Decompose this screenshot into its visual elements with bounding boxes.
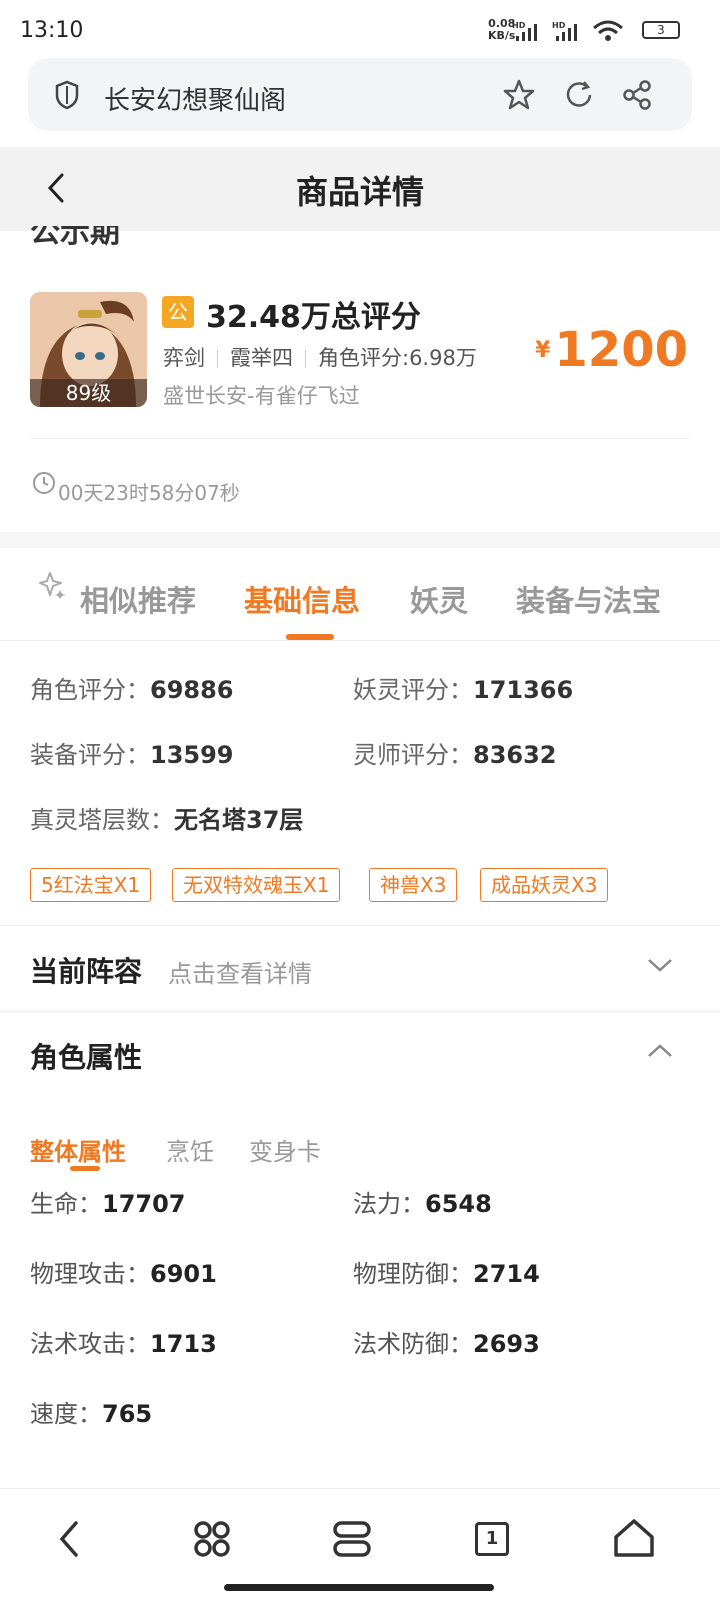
attr-phys-def: 物理防御：2714: [353, 1260, 540, 1288]
lineup-hint: 点击查看详情: [168, 960, 312, 988]
subtab-transform-card[interactable]: 变身卡: [249, 1132, 321, 1167]
tab-equipment[interactable]: 装备与法宝: [516, 578, 661, 620]
attr-phys-atk: 物理攻击：6901: [30, 1260, 217, 1288]
publicity-badge: 公: [162, 296, 194, 328]
server-tier: 霞举四: [230, 346, 293, 370]
countdown: 00天23时58分07秒: [58, 481, 240, 505]
tag-item: 成品妖灵X3: [480, 868, 609, 902]
master-score-row: 灵师评分：83632: [353, 741, 557, 769]
apps-icon[interactable]: [182, 1509, 242, 1569]
tag-item: 无双特效魂玉X1: [172, 868, 341, 902]
svg-text:HD: HD: [552, 21, 566, 30]
divider: [30, 438, 690, 439]
attr-magic-atk: 法术攻击：1713: [30, 1330, 217, 1358]
page-header: 商品详情: [0, 147, 720, 231]
character-meta: 弈剑 霞举四 角色评分:6.98万: [163, 342, 477, 372]
price-currency: ¥: [535, 337, 551, 363]
menu-icon[interactable]: [322, 1509, 382, 1569]
character-class: 弈剑: [163, 346, 205, 370]
server-owner: 盛世长安-有雀仔飞过: [163, 384, 360, 408]
lineup-row[interactable]: 当前阵容 点击查看详情: [0, 926, 720, 1010]
shield-icon[interactable]: [54, 80, 80, 110]
svg-text:HD: HD: [512, 21, 526, 30]
tag-item: 神兽X3: [369, 868, 458, 902]
equip-score-row: 装备评分：13599: [30, 741, 234, 769]
subtab-cooking[interactable]: 烹饪: [166, 1132, 214, 1167]
attributes-title: 角色属性: [30, 1041, 143, 1074]
avatar[interactable]: 89级: [30, 292, 147, 407]
divider: [0, 1010, 720, 1013]
lineup-title: 当前阵容: [30, 955, 143, 988]
tab-count: 1: [475, 1522, 509, 1556]
price-value: 1200: [554, 322, 688, 378]
page-title: 商品详情: [295, 173, 424, 211]
tabs-button[interactable]: 1: [462, 1509, 522, 1569]
attr-speed: 速度：765: [30, 1400, 153, 1428]
subtab-overall[interactable]: 整体属性: [30, 1132, 126, 1167]
active-subtab-indicator: [70, 1166, 100, 1171]
tab-bar: 相似推荐 基础信息 妖灵 装备与法宝: [0, 548, 720, 641]
url-bar[interactable]: 长安幻想聚仙阁: [28, 58, 692, 131]
gesture-bar: [224, 1584, 494, 1591]
home-icon[interactable]: [604, 1509, 664, 1569]
total-score: 32.48万总评分: [206, 300, 421, 335]
clock-icon: [33, 472, 55, 494]
level-badge: 89级: [30, 379, 147, 407]
nav-back-icon[interactable]: [40, 1509, 100, 1569]
price: ¥1200: [535, 322, 688, 378]
signal-1-icon: HD: [512, 21, 537, 41]
sparkle-icon: [39, 572, 66, 599]
tab-similar[interactable]: 相似推荐: [80, 578, 196, 620]
attr-hp: 生命：17707: [30, 1190, 186, 1218]
status-bar: 13:10 0.08 KB/s HD HD 3: [0, 0, 720, 60]
active-tab-indicator: [286, 634, 334, 640]
attr-mp: 法力：6548: [353, 1190, 492, 1218]
spirit-score-row: 妖灵评分：171366: [353, 676, 574, 704]
product-name: 公示期: [30, 226, 120, 250]
tab-spirit[interactable]: 妖灵: [410, 578, 468, 620]
refresh-icon[interactable]: [562, 78, 596, 112]
attr-magic-def: 法术防御：2693: [353, 1330, 540, 1358]
share-icon[interactable]: [620, 78, 654, 112]
status-time: 13:10: [20, 18, 84, 43]
battery-indicator: 3: [642, 21, 680, 39]
chevron-down-icon[interactable]: [646, 956, 674, 974]
url-text[interactable]: 长安幻想聚仙阁: [104, 80, 286, 117]
signal-2-icon: HD: [552, 21, 577, 41]
chevron-up-icon[interactable]: [646, 1042, 674, 1060]
role-score-summary: 角色评分:6.98万: [318, 346, 477, 370]
role-score-row: 角色评分：69886: [30, 676, 234, 704]
wifi-icon: [593, 20, 623, 41]
tab-basic-info[interactable]: 基础信息: [244, 578, 360, 620]
tag-item: 5红法宝X1: [30, 868, 152, 902]
section-gap: [0, 532, 720, 548]
tower-row: 真灵塔层数：无名塔37层: [30, 806, 304, 834]
star-icon[interactable]: [502, 78, 536, 112]
